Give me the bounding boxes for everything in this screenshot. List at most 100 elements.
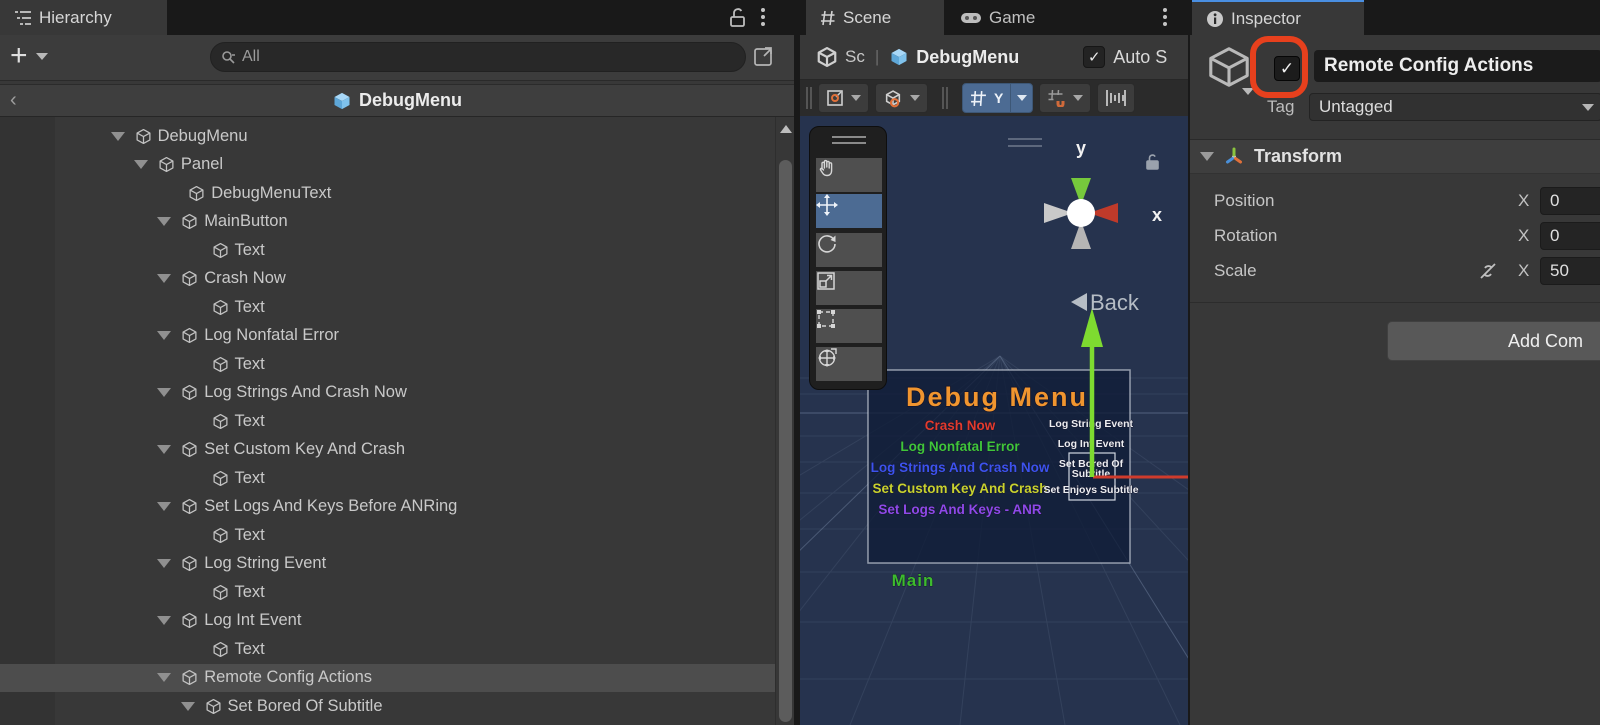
tree-row-label: Text [235,241,265,260]
rotate-tool-button[interactable] [816,233,882,267]
tab-hierarchy[interactable]: Hierarchy [0,0,167,35]
toolbar-grip[interactable] [806,87,812,109]
hierarchy-scrollbar[interactable] [775,117,794,725]
open-search-window-icon[interactable] [752,44,776,68]
expand-arrow-icon[interactable] [157,331,171,340]
tree-row[interactable]: Canvas (Environment) [0,117,778,122]
broken-link-icon[interactable] [1476,260,1500,282]
snap-increment-button[interactable] [1097,83,1135,113]
handle-orientation-button[interactable] [875,83,928,113]
expand-arrow-icon[interactable] [157,274,171,283]
tree-row[interactable]: DebugMenuText [0,179,778,207]
scroll-up-arrow-icon[interactable] [780,125,792,133]
pivot-icon [826,89,844,107]
tree-row[interactable]: MainButton [0,208,778,236]
rect-tool-button[interactable] [816,309,882,343]
tree-row[interactable]: Remote Config Actions [0,664,778,692]
tree-row[interactable]: Log Nonfatal Error [0,322,778,350]
tree-row[interactable]: Log String Event [0,550,778,578]
expand-arrow-icon[interactable] [157,616,171,625]
scene-viewport[interactable]: Debug Menu Crash NowLog Nonfatal ErrorLo… [800,116,1188,725]
active-checkbox[interactable]: ✓ [1274,56,1300,81]
expand-arrow-icon[interactable] [157,559,171,568]
tree-row[interactable]: Set Logs And Keys Before ANRing [0,493,778,521]
position-x-field[interactable]: 0 [1540,187,1600,215]
icon-picker-caret[interactable] [1242,88,1254,95]
tree-row-label: Text [235,412,265,431]
gameobject-cube-icon [188,185,205,202]
breadcrumb-prefab-name[interactable]: DebugMenu [916,47,1019,68]
search-input[interactable]: All [210,42,746,72]
lock-icon[interactable] [727,7,748,29]
grid-visibility-button[interactable]: Y [962,83,1033,113]
tree-row[interactable]: Text [0,293,778,321]
tree-row-label: Set Bored Of Subtitle [228,697,383,716]
gameobject-icon[interactable] [1206,46,1252,88]
gameobject-name-field[interactable]: Remote Config Actions [1314,50,1600,82]
scrollbar-thumb[interactable] [779,160,792,722]
tree-row[interactable]: Text [0,635,778,663]
breadcrumb-separator: | [875,47,879,67]
expand-arrow-icon[interactable] [157,445,171,454]
tree-row[interactable]: Log Int Event [0,607,778,635]
expand-arrow-icon[interactable] [181,702,195,711]
gameobject-cube-icon [181,270,198,287]
scene-ui-button-label: Set Custom Key And Crash [872,481,1047,496]
info-icon [1206,10,1224,28]
view-tool-button[interactable] [816,158,882,192]
transform-tool-button[interactable] [816,347,882,381]
move-tool-button[interactable] [816,194,882,228]
tree-row[interactable]: Crash Now [0,265,778,293]
tree-row[interactable]: Panel [0,151,778,179]
tab-inspector[interactable]: Inspector [1192,0,1364,35]
rotate-icon [816,233,838,255]
palette-handle[interactable] [832,136,866,144]
tree-row[interactable]: DebugMenu [0,122,778,150]
tree-row-label: Text [235,298,265,317]
prefab-context-title: DebugMenu [0,90,794,111]
tree-row-label: Log String Event [204,554,326,573]
tab-game[interactable]: Game [946,0,1056,35]
scale-tool-button[interactable] [816,271,882,305]
hierarchy-menu-icon[interactable] [760,7,766,29]
breadcrumb-scene-name[interactable]: Sc [845,47,865,67]
toolbar-grip[interactable] [942,87,948,109]
gameobject-cube-icon [212,584,229,601]
tree-row[interactable]: Text [0,464,778,492]
grid-snapping-button[interactable] [1039,83,1091,113]
tree-row-label: Set Logs And Keys Before ANRing [204,497,457,516]
gameobject-cube-icon [212,299,229,316]
expand-arrow-icon[interactable] [134,160,148,169]
scale-x-field[interactable]: 50 [1540,257,1600,285]
tree-row-label: Text [235,526,265,545]
scene-menu-icon[interactable] [1162,7,1168,29]
foldout-arrow-icon[interactable] [1200,152,1214,161]
expand-arrow-icon[interactable] [157,502,171,511]
overlay-handle[interactable] [1008,138,1042,147]
tree-row[interactable]: Text [0,236,778,264]
back-chevron[interactable]: ‹ [10,89,17,112]
tree-row[interactable]: Text [0,521,778,549]
tree-row[interactable]: Set Bored Of Subtitle [0,692,778,720]
global-local-icon [883,89,903,108]
create-object-button[interactable]: + [10,41,48,71]
tree-row[interactable]: Text [0,407,778,435]
expand-arrow-icon[interactable] [157,217,171,226]
expand-arrow-icon[interactable] [111,132,125,141]
transform-component-header[interactable]: Transform [1190,139,1600,174]
add-component-button[interactable]: Add Com [1387,321,1600,361]
rotation-x-field[interactable]: 0 [1540,222,1600,250]
tab-scene[interactable]: Scene [806,0,944,35]
tree-row[interactable]: Text [0,350,778,378]
tree-row[interactable]: Text [0,578,778,606]
pivot-mode-button[interactable] [818,83,869,113]
expand-arrow-icon[interactable] [157,388,171,397]
tree-row-label: MainButton [204,212,287,231]
tree-row[interactable]: Log Strings And Crash Now [0,379,778,407]
tag-dropdown[interactable]: Untagged [1309,93,1600,121]
tree-row[interactable]: Set Custom Key And Crash [0,436,778,464]
expand-arrow-icon[interactable] [157,673,171,682]
gameobject-cube-icon [212,527,229,544]
snap-magnet-icon [1047,89,1066,107]
auto-save-checkbox[interactable]: ✓ [1083,46,1105,68]
